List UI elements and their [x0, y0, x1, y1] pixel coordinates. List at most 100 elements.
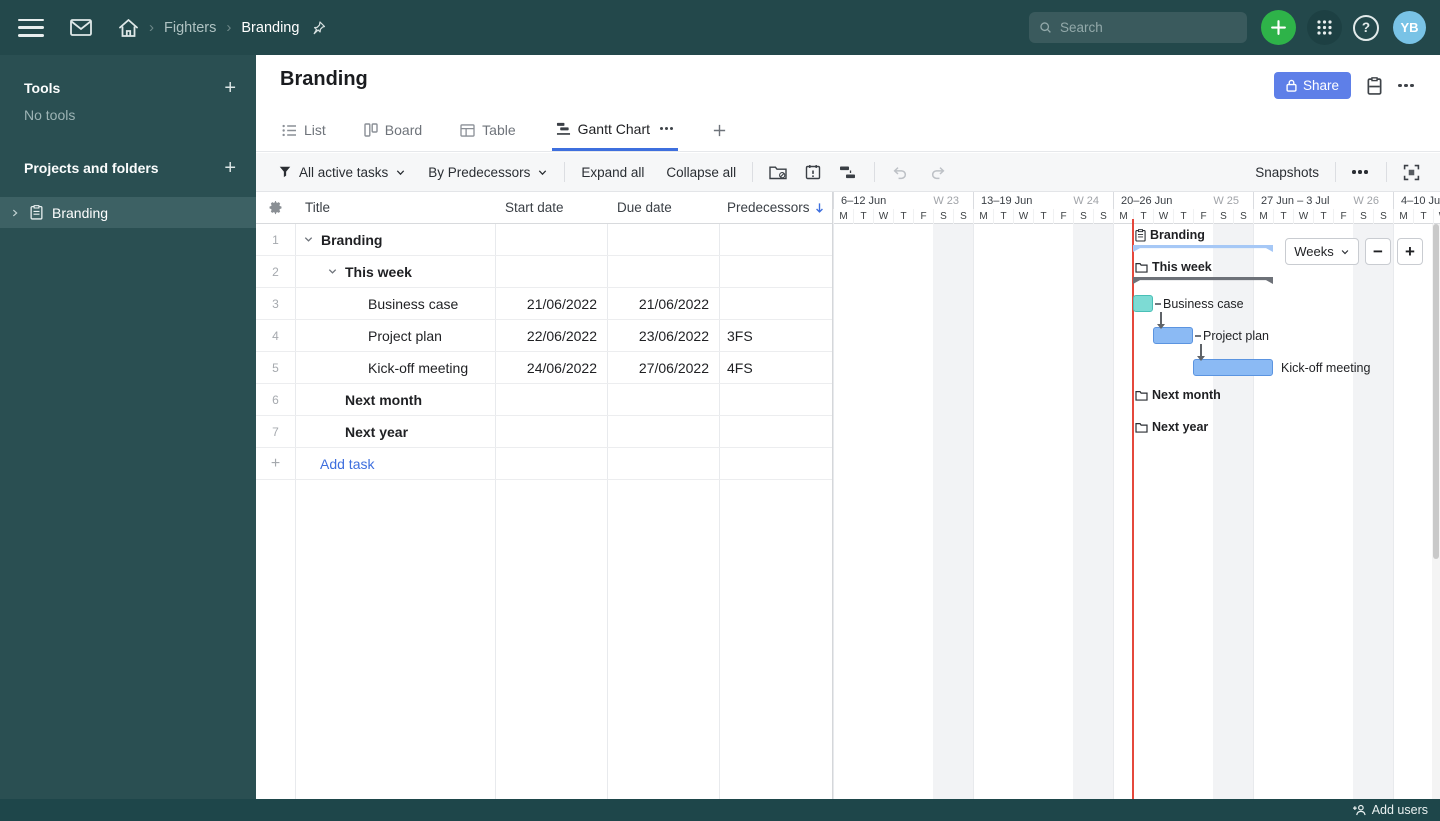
redo-icon[interactable] [930, 165, 947, 180]
gantt-group-label[interactable]: This week [1135, 260, 1212, 274]
clipboard-icon[interactable] [1367, 76, 1382, 95]
add-view-button[interactable] [708, 109, 731, 151]
vertical-scrollbar[interactable] [1432, 224, 1440, 799]
timeline-day-label: F [1333, 209, 1353, 224]
gantt-group-label[interactable]: Next year [1135, 420, 1208, 434]
row-chevron-icon[interactable] [327, 266, 338, 277]
zoom-scale-select[interactable]: Weeks [1285, 238, 1359, 265]
task-due-date[interactable]: 27/06/2022 [607, 360, 719, 376]
task-predecessors[interactable]: 3FS [719, 328, 832, 344]
tab-gantt-chart[interactable]: Gantt Chart [551, 109, 678, 151]
row-number: 2 [272, 264, 279, 279]
sidebar-item-branding[interactable]: Branding [0, 197, 256, 228]
gantt-task-bar[interactable] [1153, 327, 1193, 344]
zoom-out-button[interactable]: − [1365, 238, 1391, 265]
create-button[interactable] [1261, 10, 1296, 45]
add-task-plus-icon[interactable]: + [256, 455, 295, 473]
task-start-date[interactable]: 22/06/2022 [495, 328, 607, 344]
task-due-date[interactable]: 23/06/2022 [607, 328, 719, 344]
task-title[interactable]: Kick-off meeting [368, 360, 468, 376]
task-title[interactable]: Project plan [368, 328, 442, 344]
timeline-days: MTWTFSSMTWTFSSMTWTFSSMTWTFSSMTWTFSS [833, 209, 1440, 224]
inbox-icon[interactable] [70, 19, 92, 36]
gantt-group-label[interactable]: Next month [1135, 388, 1221, 402]
toolbar-more-icon[interactable] [1352, 163, 1370, 181]
gantt-group-label[interactable]: Branding [1135, 228, 1205, 242]
task-title[interactable]: Business case [368, 296, 458, 312]
table-row[interactable]: 3 Business case 21/06/2022 21/06/2022 [256, 288, 832, 320]
home-icon[interactable] [118, 18, 139, 38]
task-title[interactable]: This week [345, 264, 412, 280]
task-table: Title Start date Due date Predecessors 1… [256, 192, 832, 799]
tab-list[interactable]: List [280, 109, 328, 151]
add-users-button[interactable]: Add users [1352, 803, 1428, 817]
chevron-down-icon [539, 169, 547, 175]
timeline-day-label: M [1393, 209, 1413, 224]
search-box[interactable] [1029, 12, 1247, 43]
weekend-shading [1073, 224, 1113, 799]
snapshots-button[interactable]: Snapshots [1255, 165, 1319, 180]
task-title[interactable]: Next year [345, 424, 408, 440]
timeline-day-label: M [1253, 209, 1273, 224]
table-row[interactable]: 4 Project plan 22/06/2022 23/06/2022 3FS [256, 320, 832, 352]
table-header: Title Start date Due date Predecessors [256, 192, 832, 224]
share-button[interactable]: Share [1273, 72, 1351, 99]
breadcrumb-item-branding[interactable]: Branding [241, 20, 299, 36]
breadcrumb-item-fighters[interactable]: Fighters [164, 20, 216, 36]
task-title[interactable]: Next month [345, 392, 422, 408]
task-title[interactable]: Branding [321, 232, 382, 248]
avatar[interactable]: YB [1393, 11, 1426, 44]
calendar-alert-icon[interactable] [805, 164, 821, 180]
task-start-date[interactable]: 21/06/2022 [495, 296, 607, 312]
filter-button[interactable]: All active tasks [278, 165, 406, 180]
top-bar: › Fighters › Branding ? YB [0, 0, 1440, 55]
settings-gear-icon[interactable] [256, 200, 295, 215]
timeline-day-label: T [1413, 209, 1433, 224]
timeline-day-label: T [993, 209, 1013, 224]
timeline-week-label: 13–19 Jun W 24 [973, 192, 1113, 209]
page-header: Branding Share List Board Table Gantt Ch… [256, 55, 1440, 152]
table-row[interactable]: 5 Kick-off meeting 24/06/2022 27/06/2022 4FS [256, 352, 832, 384]
add-task-link[interactable]: Add task [295, 456, 374, 472]
gantt-toolbar: All active tasks By Predecessors Expand … [256, 153, 1440, 192]
gantt-task-bar[interactable] [1193, 359, 1273, 376]
tab-options-icon[interactable] [660, 120, 676, 138]
row-chevron-icon[interactable] [303, 234, 314, 245]
column-due-date[interactable]: Due date [607, 200, 719, 215]
gantt-task-bar[interactable] [1133, 295, 1153, 312]
more-options-icon[interactable] [1398, 77, 1416, 95]
table-row[interactable]: 7 Next year [256, 416, 832, 448]
apps-grid-icon[interactable] [1307, 10, 1342, 45]
gantt-chart: 6–12 Jun W 23 13–19 Jun W 24 20–26 Jun W 25 27… [832, 192, 1440, 799]
task-start-date[interactable]: 24/06/2022 [495, 360, 607, 376]
convert-subtask-icon[interactable] [839, 165, 856, 180]
column-start-date[interactable]: Start date [495, 200, 607, 215]
timeline-day-label: S [1213, 209, 1233, 224]
table-row[interactable]: 6 Next month [256, 384, 832, 416]
task-predecessors[interactable]: 4FS [719, 360, 832, 376]
add-project-button[interactable]: + [224, 158, 236, 178]
table-row[interactable]: 2 This week [256, 256, 832, 288]
table-row[interactable]: 1 Branding [256, 224, 832, 256]
tab-table[interactable]: Table [458, 109, 517, 151]
zoom-in-button[interactable]: + [1397, 238, 1423, 265]
column-predecessors[interactable]: Predecessors [719, 200, 832, 215]
menu-icon[interactable] [18, 18, 44, 37]
timeline-day-label: M [1113, 209, 1133, 224]
undo-icon[interactable] [891, 165, 908, 180]
task-due-date[interactable]: 21/06/2022 [607, 296, 719, 312]
help-icon[interactable]: ? [1353, 14, 1379, 41]
chevron-right-icon[interactable] [10, 208, 20, 218]
group-by-button[interactable]: By Predecessors [428, 165, 548, 180]
pin-icon[interactable] [311, 20, 326, 36]
scrollbar-thumb[interactable] [1433, 224, 1439, 559]
fullscreen-icon[interactable] [1403, 164, 1420, 181]
search-input[interactable] [1060, 20, 1237, 35]
collapse-all-button[interactable]: Collapse all [666, 165, 736, 180]
column-title[interactable]: Title [295, 200, 495, 215]
add-tool-button[interactable]: + [224, 78, 236, 98]
expand-all-button[interactable]: Expand all [581, 165, 644, 180]
timeline-day-label: S [933, 209, 953, 224]
tab-board[interactable]: Board [362, 109, 424, 151]
add-folder-icon[interactable] [769, 165, 787, 180]
